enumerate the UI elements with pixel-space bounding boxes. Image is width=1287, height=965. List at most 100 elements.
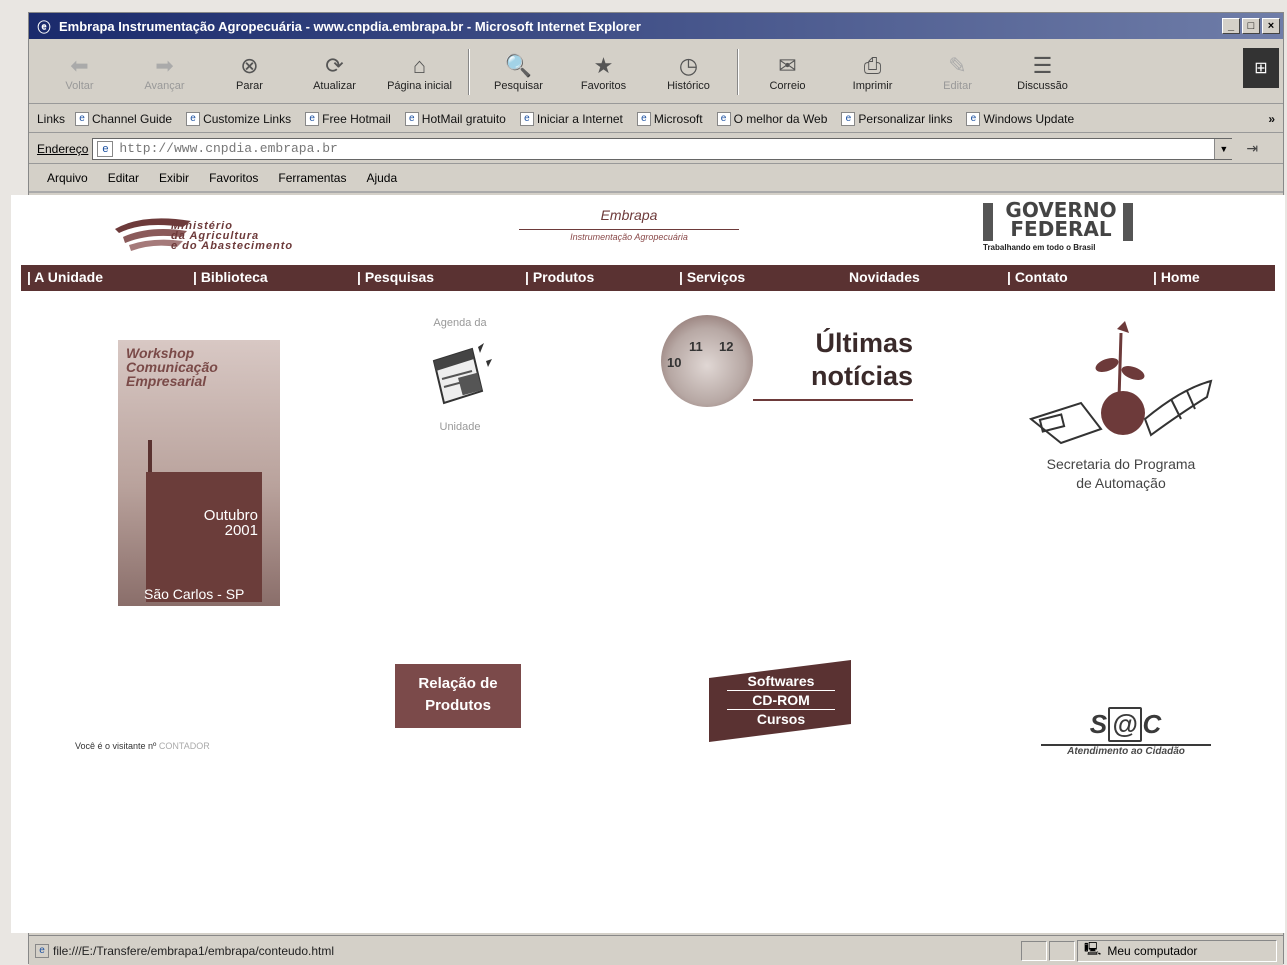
ultimas-noticias-link[interactable]: 10 11 12 Últimas notícias (661, 315, 931, 415)
nav-pesquisas[interactable]: | Pesquisas (357, 269, 434, 285)
embrapa-logo[interactable]: Embrapa Instrumentação Agropecuária (509, 207, 749, 257)
close-button[interactable]: × (1262, 18, 1280, 34)
nav-biblioteca[interactable]: | Biblioteca (193, 269, 268, 285)
agenda-bottom-label: Unidade (439, 421, 481, 433)
menu-ajuda[interactable]: Ajuda (366, 171, 397, 185)
nav-produtos[interactable]: | Produtos (525, 269, 594, 285)
link-customize-links[interactable]: e Customize Links (186, 111, 291, 126)
forward-arrow-icon: ➡ (155, 52, 174, 78)
calendar-icon (428, 341, 492, 411)
status-panel (1021, 940, 1047, 961)
ie-page-icon: e (404, 111, 419, 126)
computer-icon: 🖳 (1084, 940, 1102, 956)
workshop-title-line-1: Workshop (126, 345, 195, 361)
secretaria-automacao-link[interactable]: Secretaria do Programa de Automação (1021, 319, 1221, 509)
print-button[interactable]: ⎙ Imprimir (830, 42, 915, 102)
home-button[interactable]: ⌂ Página inicial (377, 42, 462, 102)
link-hotmail-gratuito[interactable]: e HotMail gratuito (404, 111, 506, 126)
ie-page-icon: e (716, 111, 731, 126)
print-icon: ⎙ (863, 52, 882, 78)
visitor-counter: Você é o visitante nº CONTADOR (75, 741, 210, 751)
toolbar-separator (737, 48, 739, 95)
menu-exibir[interactable]: Exibir (159, 171, 189, 185)
stop-button[interactable]: ⊗ Parar (207, 42, 292, 102)
ministerio-line-3: e do Abastecimento (171, 240, 294, 252)
visitor-text: Você é o visitante nº (75, 741, 157, 751)
relacao-line-1: Relação de (418, 675, 498, 692)
workshop-month: Outubro (203, 507, 258, 524)
noticias-line-1: Últimas (815, 328, 913, 358)
nav-a-unidade[interactable]: | A Unidade (27, 269, 103, 285)
menu-editar[interactable]: Editar (108, 171, 139, 185)
link-microsoft[interactable]: e Microsoft (636, 111, 703, 126)
ie-page-icon: e (186, 111, 201, 126)
governo-bar-left (983, 203, 993, 241)
address-label: Endereço (37, 141, 89, 156)
agenda-da-unidade-link[interactable]: Agenda da Unidade (405, 317, 515, 467)
favorites-button[interactable]: ★ Favoritos (561, 42, 646, 102)
maximize-button[interactable]: □ (1242, 18, 1260, 34)
edit-button[interactable]: ✎ Editar (915, 42, 1000, 102)
search-button[interactable]: 🔍 Pesquisar (476, 42, 561, 102)
cdrom-label: CD-ROM (752, 692, 810, 708)
forward-button[interactable]: ➡ Avançar (122, 42, 207, 102)
governo-federal-logo[interactable]: GOVERNO FEDERAL Trabalhando em todo o Br… (983, 200, 1153, 257)
link-windows-update[interactable]: e Windows Update (966, 111, 1074, 126)
softwares-cdrom-cursos-button[interactable]: Softwares CD-ROM Cursos (709, 660, 851, 742)
ie-page-icon: e (841, 111, 856, 126)
nav-home[interactable]: | Home (1153, 269, 1200, 285)
menu-arquivo[interactable]: Arquivo (47, 171, 88, 185)
ie-page-icon: e (305, 111, 320, 126)
relacao-produtos-button[interactable]: Relação de Produtos (395, 664, 521, 728)
sac-link[interactable]: S @ C Atendimento ao Cidadão (1041, 707, 1211, 767)
secretaria-line-2: de Automação (1076, 475, 1166, 491)
link-channel-guide[interactable]: e Channel Guide (75, 111, 172, 126)
ministerio-logo[interactable]: Ministério da Agricultura e do Abastecim… (113, 207, 313, 257)
standard-toolbar: ⬅ Voltar ➡ Avançar ⊗ Parar ⟳ Atualizar ⌂ Pági… (29, 40, 1283, 104)
workshop-banner[interactable]: Workshop Comunicação Empresarial Outubro… (118, 340, 280, 606)
refresh-button[interactable]: ⟳ Atualizar (292, 42, 377, 102)
embrapa-name: Embrapa (600, 207, 658, 223)
ie-page-icon: e (966, 111, 981, 126)
page-content: Ministério da Agricultura e do Abastecim… (11, 195, 1285, 933)
more-links-chevron-icon[interactable]: » (1268, 112, 1275, 126)
ie-page-icon: e (97, 140, 114, 157)
back-button[interactable]: ⬅ Voltar (37, 42, 122, 102)
menu-ferramentas[interactable]: Ferramentas (278, 171, 346, 185)
link-free-hotmail[interactable]: e Free Hotmail (305, 111, 391, 126)
discussion-button[interactable]: ☰ Discussão (1000, 42, 1085, 102)
nav-servicos[interactable]: | Serviços (679, 269, 745, 285)
address-input[interactable]: e http://www.cnpdia.embrapa.br (92, 137, 1233, 160)
status-bar: e file:///E:/Transfere/embrapa1/embrapa/… (29, 935, 1283, 965)
sac-subtitle: Atendimento ao Cidadão (1041, 744, 1211, 757)
link-personalizar-links[interactable]: e Personalizar links (841, 111, 952, 126)
workshop-title-line-2: Comunicação (126, 359, 218, 375)
go-icon[interactable]: ⇥ (1246, 140, 1258, 157)
nav-novidades[interactable]: Novidades (849, 269, 920, 285)
refresh-icon: ⟳ (325, 52, 344, 78)
link-iniciar-internet[interactable]: e Iniciar a Internet (519, 111, 623, 126)
title-bar[interactable]: ⓔ Embrapa Instrumentação Agropecuária - … (29, 13, 1283, 39)
softwares-label: Softwares (747, 673, 815, 689)
workshop-year: 2001 (224, 522, 258, 539)
agenda-top-label: Agenda da (433, 317, 487, 329)
relacao-line-2: Produtos (425, 697, 491, 714)
menu-bar: Arquivo Editar Exibir Favoritos Ferramen… (29, 165, 1283, 193)
clock-icon: 10 11 12 (661, 315, 753, 407)
governo-subtitle: Trabalhando em todo o Brasil (983, 243, 1096, 252)
link-melhor-da-web[interactable]: eO melhor da Web (716, 111, 827, 126)
menu-favoritos[interactable]: Favoritos (209, 171, 258, 185)
back-arrow-icon: ⬅ (70, 52, 89, 78)
minimize-button[interactable]: _ (1222, 18, 1240, 34)
links-label[interactable]: Links (37, 112, 65, 126)
cursos-label: Cursos (756, 711, 806, 727)
ie-page-icon: e (519, 111, 534, 126)
history-button[interactable]: ◷ Histórico (646, 42, 731, 102)
browser-window: ⓔ Embrapa Instrumentação Agropecuária - … (11, 12, 1285, 965)
site-nav: | A Unidade | Biblioteca | Pesquisas | P… (21, 265, 1275, 291)
nav-contato[interactable]: | Contato (1007, 269, 1068, 285)
address-dropdown-button[interactable]: ▼ (1214, 138, 1233, 159)
governo-line-2: FEDERAL (1010, 217, 1112, 241)
mail-button[interactable]: ✉ Correio (745, 42, 830, 102)
discussion-icon: ☰ (1032, 52, 1053, 78)
